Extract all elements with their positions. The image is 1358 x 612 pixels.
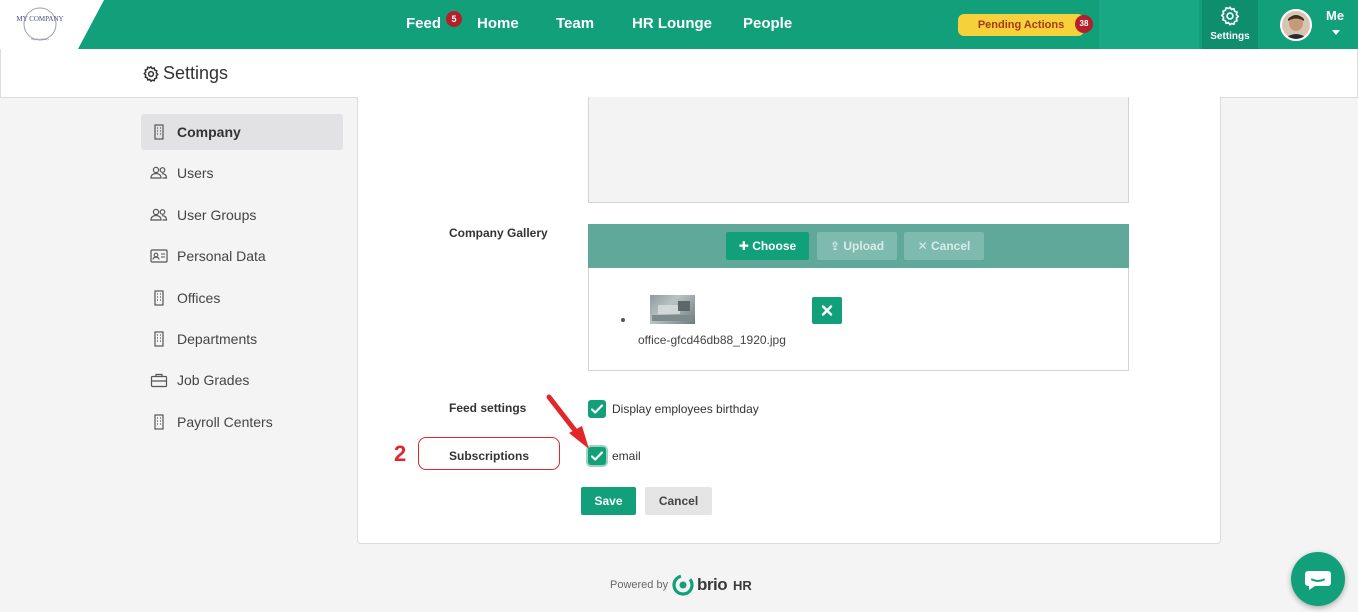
description-textarea[interactable] (588, 97, 1129, 203)
sidebar-item-job-grades[interactable]: Job Grades (141, 362, 343, 398)
choose-label: Choose (752, 239, 797, 253)
sidebar-item-personal-data[interactable]: Personal Data (141, 238, 343, 274)
sidebar-item-payroll-centers[interactable]: Payroll Centers (141, 404, 343, 440)
sidebar-item-offices[interactable]: Offices (141, 280, 343, 316)
chevron-down-icon[interactable] (1332, 30, 1340, 35)
powered-by-label: Powered by (610, 579, 669, 591)
logo-subtext: My Company (31, 37, 49, 41)
sidebar-item-label: User Groups (177, 207, 257, 223)
sidebar-item-departments[interactable]: Departments (141, 321, 343, 357)
sidebar-item-label: Departments (177, 331, 258, 347)
sidebar-item-label: Payroll Centers (177, 414, 273, 430)
cancel-upload-label: Cancel (931, 239, 971, 253)
nav-feed[interactable]: Feed (406, 15, 441, 32)
building-icon (154, 331, 164, 347)
list-bullet (621, 318, 625, 322)
logo-text: MY COMPANY (16, 15, 64, 23)
upload-label: Upload (843, 239, 885, 253)
red-arrow-annotation (546, 394, 589, 449)
page-header: Settings (0, 49, 1358, 98)
nav-settings[interactable]: Settings (1202, 0, 1258, 49)
nav-team[interactable]: Team (556, 15, 594, 32)
step-number-annotation: 2 (394, 441, 407, 466)
office-photo-icon (652, 301, 693, 321)
cancel-button[interactable]: Cancel (645, 487, 712, 515)
birthday-option-label: Display employees birthday (612, 402, 759, 416)
users-icon (150, 166, 168, 179)
image-thumbnail (650, 295, 695, 324)
sidebar-item-label: Personal Data (177, 248, 266, 264)
briefcase-icon (150, 373, 168, 388)
pending-actions-button[interactable]: Pending Actions (958, 14, 1084, 36)
chat-icon (1305, 571, 1331, 590)
feed-settings-label: Feed settings (449, 401, 527, 415)
sidebar-item-label: Company (177, 124, 241, 140)
chat-button[interactable] (1291, 552, 1345, 606)
nav-spacer (1099, 0, 1199, 49)
sidebar-item-label: Offices (177, 290, 221, 306)
sidebar-item-label: Job Grades (177, 372, 250, 388)
gallery-filename: office-gfcd46db88_1920.jpg (638, 333, 786, 347)
gear-icon (143, 65, 159, 83)
email-option-label: email (612, 449, 641, 463)
sidebar-item-users[interactable]: Users (141, 155, 343, 191)
plus-icon: ✚ (738, 239, 753, 253)
sidebar-item-user-groups[interactable]: User Groups (141, 197, 343, 233)
gear-icon (1220, 6, 1240, 26)
subscriptions-label: Subscriptions (449, 449, 530, 463)
cancel-upload-button[interactable]: ✕ Cancel (904, 232, 984, 260)
building-icon (154, 290, 164, 306)
nav-home[interactable]: Home (477, 15, 519, 32)
company-gallery-label: Company Gallery (449, 226, 548, 240)
choose-button[interactable]: ✚ Choose (726, 232, 809, 260)
nav-hr-lounge[interactable]: HR Lounge (632, 15, 712, 32)
page-title: Settings (163, 63, 229, 83)
avatar[interactable] (1280, 9, 1312, 41)
brand-name: brio (697, 575, 728, 594)
brand-suffix: HR (733, 578, 752, 593)
sidebar-item-label: Users (177, 165, 214, 181)
sidebar-item-company[interactable]: Company (141, 114, 343, 150)
close-icon: ✕ (917, 239, 932, 253)
me-label[interactable]: Me (1326, 8, 1344, 23)
nav-people[interactable]: People (743, 15, 792, 32)
pending-actions-badge: 38 (1075, 15, 1093, 33)
upload-button[interactable]: ⇪ Upload (817, 232, 897, 260)
user-photo-icon (1282, 11, 1310, 39)
save-button[interactable]: Save (581, 487, 636, 515)
building-icon (154, 414, 164, 430)
brio-logo-icon (672, 574, 694, 596)
building-icon (154, 124, 164, 140)
upload-icon: ⇪ (829, 239, 844, 253)
nav-settings-label: Settings (1210, 31, 1250, 42)
feed-count-badge: 5 (446, 11, 462, 27)
close-icon (821, 305, 833, 316)
users-icon (150, 208, 168, 221)
id-card-icon (150, 249, 168, 263)
remove-file-button[interactable] (812, 297, 842, 324)
